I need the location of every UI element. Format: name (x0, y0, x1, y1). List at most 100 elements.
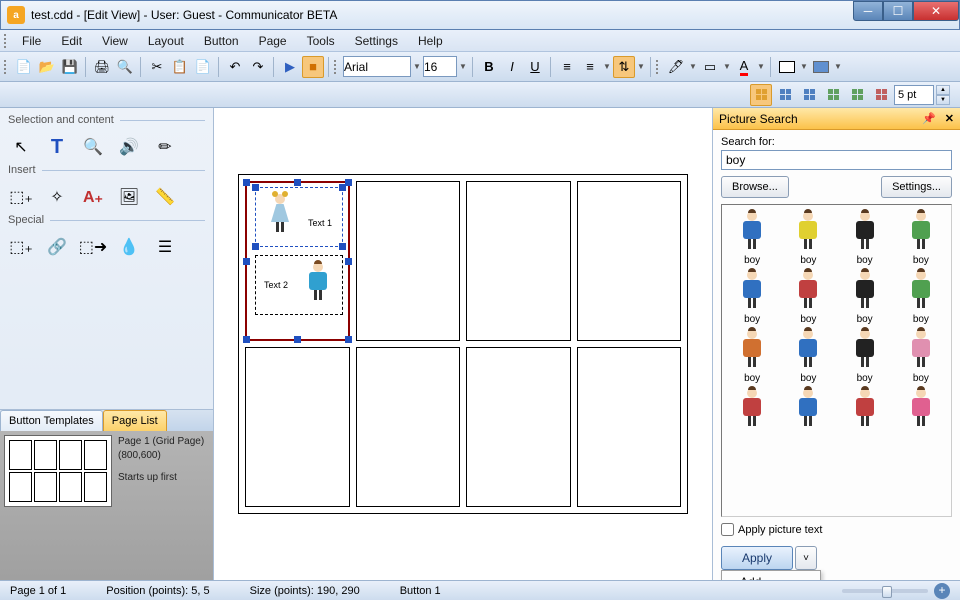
grid-cell[interactable] (466, 181, 571, 341)
grid-cell[interactable] (356, 347, 461, 507)
edit-tool-icon[interactable]: ✏ (152, 134, 178, 160)
grid-size-spinner[interactable]: ▲▼ (936, 85, 950, 105)
zoom-in-icon[interactable]: + (934, 583, 950, 599)
grid-size-input[interactable] (894, 85, 934, 105)
fill-color-icon[interactable]: ▭ (699, 56, 721, 78)
insert-button-icon[interactable]: ⬚₊ (8, 184, 34, 210)
minimize-button[interactable]: ─ (853, 1, 883, 21)
menu-settings[interactable]: Settings (345, 32, 408, 50)
result-item[interactable] (895, 386, 947, 432)
special-send-icon[interactable]: ⬚➜ (80, 234, 106, 260)
chevron-down-icon[interactable]: ▼ (722, 56, 732, 78)
chevron-down-icon[interactable]: ▼ (756, 56, 766, 78)
border-color-icon[interactable] (776, 56, 798, 78)
align-middle-icon[interactable]: ⇅ (613, 56, 635, 78)
bold-icon[interactable]: B (478, 56, 500, 78)
menu-layout[interactable]: Layout (138, 32, 194, 50)
close-panel-icon[interactable]: ✕ (945, 112, 954, 125)
grid-cell-selected[interactable]: Text 1 Text 2 (245, 181, 350, 341)
result-item[interactable]: boy (782, 209, 834, 266)
grid-layout-5-icon[interactable] (846, 84, 868, 106)
result-item[interactable]: boy (726, 268, 778, 325)
cell-text-2[interactable]: Text 2 (264, 280, 288, 290)
apply-dropdown-button[interactable]: ˅ (795, 546, 817, 570)
result-item[interactable]: boy (839, 268, 891, 325)
align-left-icon[interactable]: ≡ (556, 56, 578, 78)
font-color-icon[interactable]: A (733, 56, 755, 78)
grid-layout-1-icon[interactable] (750, 84, 772, 106)
search-results[interactable]: boyboyboyboyboyboyboyboyboyboyboyboy (721, 204, 952, 517)
pin-icon[interactable]: 📌 (922, 112, 936, 125)
settings-button[interactable]: Settings... (881, 176, 952, 198)
result-item[interactable] (782, 386, 834, 432)
chevron-down-icon[interactable]: ▼ (833, 56, 843, 78)
special-1-icon[interactable]: ⬚₊ (8, 234, 34, 260)
insert-picture-icon[interactable]: 🖼 (116, 184, 142, 210)
italic-icon[interactable]: I (501, 56, 523, 78)
menu-help[interactable]: Help (408, 32, 453, 50)
grid-layout-3-icon[interactable] (798, 84, 820, 106)
apply-picture-text-checkbox[interactable] (721, 523, 734, 536)
font-name-select[interactable] (343, 56, 411, 77)
close-button[interactable]: ✕ (913, 1, 959, 21)
result-item[interactable]: boy (782, 268, 834, 325)
canvas-area[interactable]: Text 1 Text 2 (214, 108, 712, 580)
result-item[interactable]: boy (839, 327, 891, 384)
underline-icon[interactable]: U (524, 56, 546, 78)
grid-cell[interactable] (356, 181, 461, 341)
grid-cell[interactable] (577, 347, 682, 507)
result-item[interactable]: boy (782, 327, 834, 384)
print-preview-icon[interactable]: 🔍 (114, 56, 136, 78)
page-thumbnail[interactable] (4, 435, 112, 507)
tab-page-list[interactable]: Page List (103, 410, 167, 431)
result-item[interactable]: boy (895, 209, 947, 266)
font-size-select[interactable] (423, 56, 457, 77)
menu-edit[interactable]: Edit (51, 32, 92, 50)
grid-cell[interactable] (245, 347, 350, 507)
special-link-icon[interactable]: 🔗 (44, 234, 70, 260)
align-center-icon[interactable]: ≡ (579, 56, 601, 78)
grid-layout-2-icon[interactable] (774, 84, 796, 106)
print-icon[interactable]: 🖨 (91, 56, 113, 78)
result-item[interactable]: boy (839, 209, 891, 266)
insert-shape-icon[interactable]: ✧ (44, 184, 70, 210)
play-icon[interactable]: ▶ (279, 56, 301, 78)
menu-button[interactable]: Button (194, 32, 249, 50)
grid-layout-6-icon[interactable] (870, 84, 892, 106)
highlight-color-icon[interactable]: 🖊 (665, 56, 687, 78)
browse-button[interactable]: Browse... (721, 176, 789, 198)
new-file-icon[interactable]: 📄 (13, 56, 35, 78)
cell-text-1[interactable]: Text 1 (308, 218, 332, 228)
bg-color-icon[interactable] (810, 56, 832, 78)
open-file-icon[interactable]: 📂 (36, 56, 58, 78)
undo-icon[interactable]: ↶ (224, 56, 246, 78)
chevron-down-icon[interactable]: ▼ (412, 56, 422, 78)
chevron-down-icon[interactable]: ▼ (458, 56, 468, 78)
color-picker-icon[interactable]: 💧 (116, 234, 142, 260)
result-item[interactable]: boy (726, 209, 778, 266)
text-tool-icon[interactable]: T (44, 134, 70, 160)
sound-tool-icon[interactable]: 🔊 (116, 134, 142, 160)
special-list-icon[interactable]: ☰ (152, 234, 178, 260)
insert-text-icon[interactable]: A₊ (80, 184, 106, 210)
paste-icon[interactable]: 📄 (192, 56, 214, 78)
menu-file[interactable]: File (12, 32, 51, 50)
result-item[interactable]: boy (895, 327, 947, 384)
edit-mode-icon[interactable]: ■ (302, 56, 324, 78)
search-input[interactable] (721, 150, 952, 170)
grid-layout-4-icon[interactable] (822, 84, 844, 106)
grid-cell[interactable] (466, 347, 571, 507)
cut-icon[interactable]: ✂ (146, 56, 168, 78)
copy-icon[interactable]: 📋 (169, 56, 191, 78)
maximize-button[interactable]: ☐ (883, 1, 913, 21)
dropdown-item-add[interactable]: Add (722, 571, 820, 580)
chevron-down-icon[interactable]: ▼ (799, 56, 809, 78)
result-item[interactable]: boy (895, 268, 947, 325)
menu-page[interactable]: Page (249, 32, 297, 50)
zoom-slider[interactable] (842, 589, 928, 593)
result-item[interactable]: boy (726, 327, 778, 384)
chevron-down-icon[interactable]: ▼ (688, 56, 698, 78)
save-icon[interactable]: 💾 (59, 56, 81, 78)
picture-tool-icon[interactable]: 🔍 (80, 134, 106, 160)
chevron-down-icon[interactable]: ▼ (636, 56, 646, 78)
